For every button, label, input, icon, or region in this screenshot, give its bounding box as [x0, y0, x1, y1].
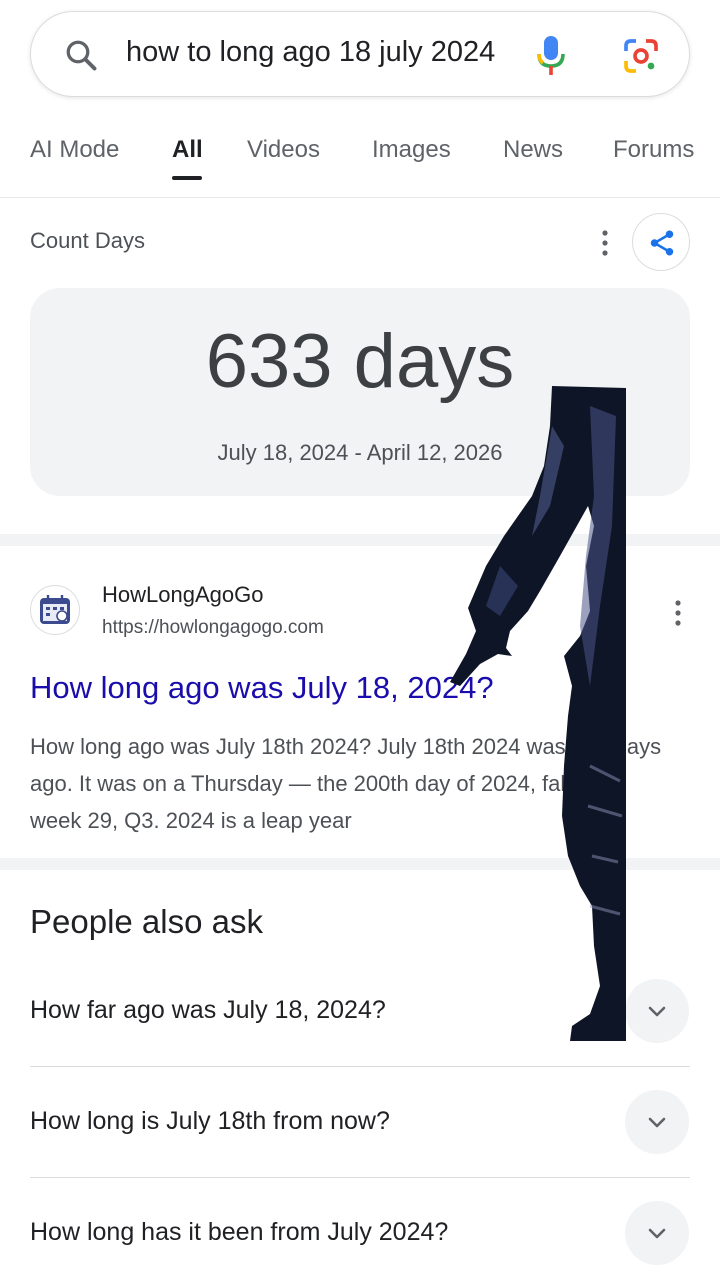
- paa-question[interactable]: How long is July 18th from now?: [30, 1090, 690, 1217]
- paa-question-text: How long is July 18th from now?: [30, 1107, 390, 1135]
- chevron-down-icon: [648, 1117, 666, 1128]
- chevron-down-icon: [648, 1228, 666, 1239]
- calendar-icon: [40, 595, 70, 624]
- tab-all[interactable]: All: [172, 136, 203, 164]
- chevron-down-icon: [648, 1006, 666, 1017]
- search-input[interactable]: how to long ago 18 july 2024: [126, 36, 495, 69]
- result-title-link[interactable]: How long ago was July 18, 2024?: [30, 670, 494, 706]
- search-icon[interactable]: [63, 37, 99, 73]
- tab-news[interactable]: News: [503, 136, 563, 164]
- site-name[interactable]: HowLongAgoGo: [102, 582, 263, 608]
- lens-icon[interactable]: [621, 36, 661, 76]
- active-tab-indicator: [172, 176, 202, 180]
- paa-question[interactable]: How long has it been from July 2024?: [30, 1201, 690, 1280]
- site-url[interactable]: https://howlongagogo.com: [102, 617, 324, 639]
- paa-separator: [30, 1066, 690, 1067]
- more-options-icon[interactable]: [593, 228, 617, 258]
- tab-ai-mode[interactable]: AI Mode: [30, 136, 119, 164]
- expand-button[interactable]: [625, 1090, 689, 1154]
- expand-button[interactable]: [625, 1201, 689, 1265]
- people-also-ask-heading: People also ask: [30, 903, 263, 940]
- paa-separator: [30, 1177, 690, 1178]
- site-favicon[interactable]: [30, 585, 80, 635]
- share-button[interactable]: [632, 213, 690, 271]
- result-more-icon[interactable]: [666, 598, 690, 628]
- paa-question-text: How far ago was July 18, 2024?: [30, 996, 386, 1024]
- search-bar[interactable]: how to long ago 18 july 2024: [30, 11, 690, 97]
- expand-button[interactable]: [625, 979, 689, 1043]
- search-tabs: AI Mode All Videos Images News Forums: [0, 110, 720, 198]
- share-icon: [650, 230, 674, 256]
- tab-images[interactable]: Images: [372, 136, 451, 164]
- mic-icon[interactable]: [535, 34, 567, 78]
- paa-question-text: How long has it been from July 2024?: [30, 1218, 449, 1246]
- card-label: Count Days: [30, 228, 145, 253]
- tab-forums[interactable]: Forums: [613, 136, 694, 164]
- overlay-figure-image: [450, 386, 626, 1041]
- tab-videos[interactable]: Videos: [247, 136, 320, 164]
